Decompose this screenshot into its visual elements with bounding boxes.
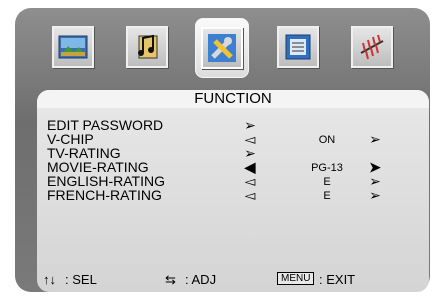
adj-hint: : ADJ <box>185 272 217 287</box>
tab-channel[interactable] <box>346 18 398 76</box>
arrow-left-icon[interactable]: ◅ <box>242 174 258 188</box>
menu-title: FUNCTION <box>37 90 429 108</box>
tools-icon <box>201 27 243 69</box>
row-label: TV-RATING <box>47 145 121 161</box>
document-icon <box>277 26 319 68</box>
tab-audio[interactable] <box>121 18 173 76</box>
antenna-icon <box>351 26 393 68</box>
row-label: V-CHIP <box>47 131 94 147</box>
menu-row-tv-rating[interactable]: TV-RATING ➢ <box>47 146 419 160</box>
arrow-right-icon: ➢ <box>244 117 256 133</box>
music-note-icon <box>126 26 168 68</box>
menu-row-movie-rating[interactable]: MOVIE-RATING ◀ PG-13 ➤ <box>47 160 419 174</box>
tab-setup[interactable] <box>272 18 324 76</box>
row-value: E <box>323 176 331 188</box>
exit-hint: : EXIT <box>319 272 356 287</box>
left-right-arrows-icon: ⇆ <box>165 272 176 287</box>
row-label: EDIT PASSWORD <box>47 117 164 133</box>
arrow-left-icon[interactable]: ◀ <box>242 160 258 174</box>
row-value: E <box>323 190 331 202</box>
tab-function[interactable] <box>195 18 249 78</box>
menu-row-french-rating[interactable]: FRENCH-RATING ◅ E ➢ <box>47 188 419 202</box>
sel-hint: : SEL <box>65 272 97 287</box>
category-tab-bar <box>15 8 430 90</box>
tab-picture[interactable] <box>47 18 99 76</box>
menu-key-badge: MENU <box>277 272 315 285</box>
up-down-arrows-icon: ↑↓ <box>43 272 56 287</box>
arrow-left-icon[interactable]: ◅ <box>242 132 258 146</box>
menu-row-v-chip[interactable]: V-CHIP ◅ ON ➢ <box>47 132 419 146</box>
menu-row-english-rating[interactable]: ENGLISH-RATING ◅ E ➢ <box>47 174 419 188</box>
menu-row-edit-password[interactable]: EDIT PASSWORD ➢ <box>47 118 419 132</box>
arrow-left-icon[interactable]: ◅ <box>242 188 258 202</box>
tv-osd-frame: FUNCTION EDIT PASSWORD ➢ V-CHIP ◅ ON ➢ T… <box>15 8 430 292</box>
key-hint-footer: ↑↓ : SEL ⇆ : ADJ MENU : EXIT <box>37 270 429 290</box>
arrow-right-icon: ➢ <box>244 145 256 161</box>
arrow-right-icon[interactable]: ➢ <box>367 188 383 202</box>
arrow-right-icon[interactable]: ➢ <box>367 132 383 146</box>
row-value: PG-13 <box>311 162 343 174</box>
row-value: ON <box>318 134 336 146</box>
arrow-right-icon[interactable]: ➤ <box>367 160 383 174</box>
row-label: FRENCH-RATING <box>47 187 162 203</box>
row-label: MOVIE-RATING <box>47 159 149 175</box>
function-menu-panel: FUNCTION EDIT PASSWORD ➢ V-CHIP ◅ ON ➢ T… <box>37 90 429 292</box>
row-label: ENGLISH-RATING <box>47 173 165 189</box>
picture-icon <box>52 26 94 68</box>
arrow-right-icon[interactable]: ➢ <box>367 174 383 188</box>
